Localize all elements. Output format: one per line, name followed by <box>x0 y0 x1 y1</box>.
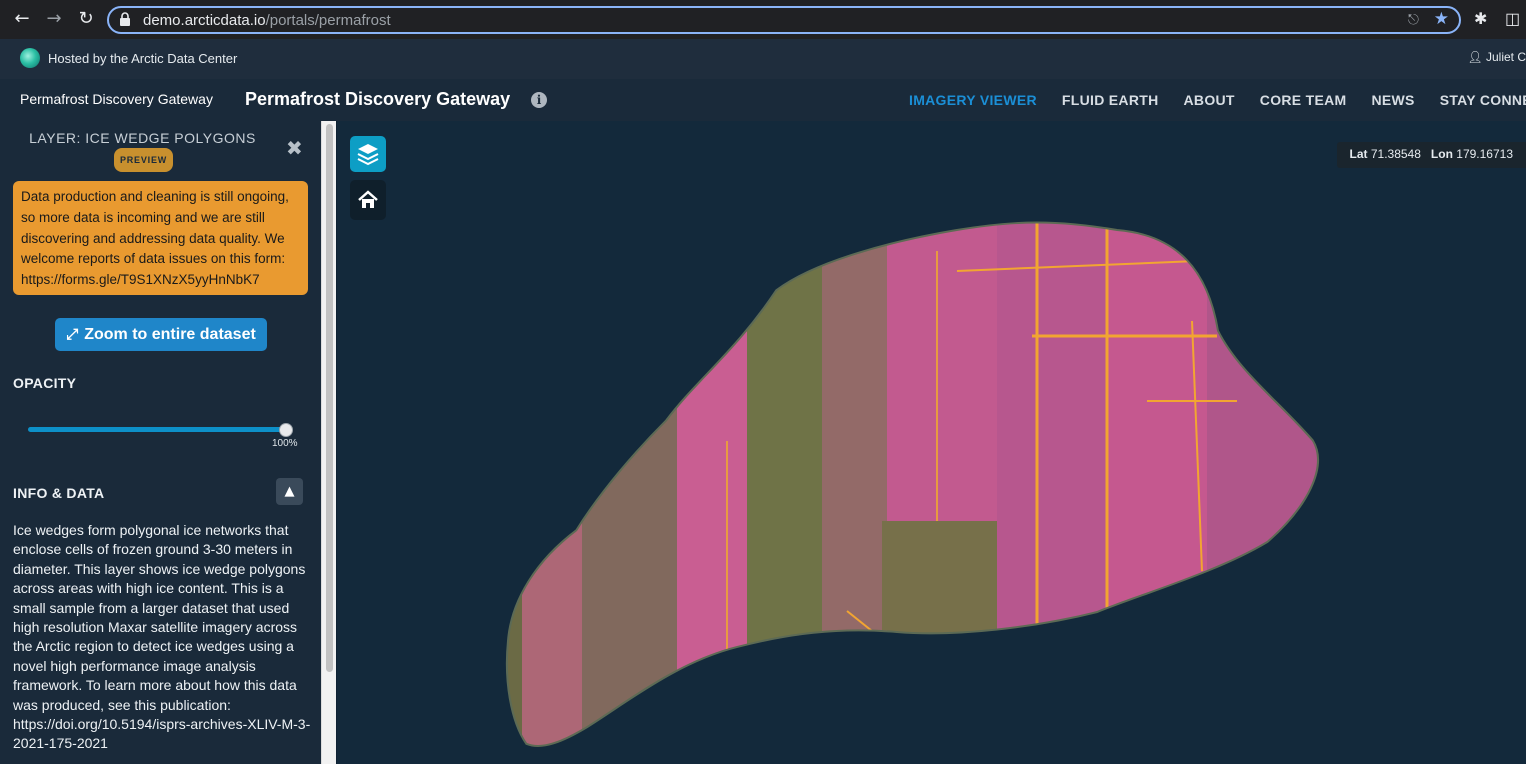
map-viewer[interactable]: Lat 71.38548 Lon 179.16713 <box>337 121 1526 764</box>
opacity-slider-handle[interactable] <box>279 423 293 437</box>
opacity-heading: OPACITY <box>13 375 77 391</box>
bookmark-star-icon[interactable]: ★ <box>1434 9 1449 29</box>
opacity-slider-track[interactable] <box>28 427 286 432</box>
nav-fluid-earth[interactable]: FLUID EARTH <box>1062 92 1159 108</box>
user-icon: 👤︎ <box>1467 50 1483 64</box>
expand-icon: ⤢ <box>66 325 79 343</box>
portal-header: Permafrost Discovery Gateway Permafrost … <box>0 79 1526 121</box>
nav-stay-connected[interactable]: STAY CONNECTED <box>1440 92 1526 108</box>
sidebar-scrollbar[interactable] <box>321 121 336 764</box>
nav-news[interactable]: NEWS <box>1372 92 1415 108</box>
info-data-heading: INFO & DATA <box>13 485 105 501</box>
reload-icon[interactable]: ↻ <box>75 8 97 30</box>
nav-about[interactable]: ABOUT <box>1184 92 1235 108</box>
satellite-map[interactable] <box>337 121 1526 764</box>
lock-icon <box>120 12 130 26</box>
close-icon[interactable]: ✖ <box>286 136 303 160</box>
page-title[interactable]: Permafrost Discovery Gateway <box>245 89 510 110</box>
preview-badge: PREVIEW <box>113 148 174 172</box>
layer-description: Ice wedges form polygonal ice networks t… <box>13 522 311 752</box>
forward-icon[interactable]: → <box>43 8 65 30</box>
side-panel-icon[interactable]: ◫ <box>1505 9 1520 29</box>
browser-toolbar: ← → ↻ demo.arcticdata.io/portals/permafr… <box>0 0 1526 39</box>
cursor-coordinates: Lat 71.38548 Lon 179.16713 <box>1336 142 1526 168</box>
share-icon[interactable]: ⎋ <box>1408 11 1419 28</box>
hosted-text: Hosted by the Arctic Data Center <box>48 51 238 66</box>
data-quality-notice: Data production and cleaning is still on… <box>13 181 308 295</box>
opacity-value: 100% <box>272 438 298 449</box>
url-text: demo.arcticdata.io/portals/permafrost <box>143 12 391 29</box>
user-menu[interactable]: 👤︎ Juliet C <box>1467 50 1526 64</box>
arctic-data-center-logo[interactable] <box>20 48 40 68</box>
home-icon[interactable] <box>350 180 386 220</box>
chevron-up-icon[interactable]: ▲ <box>276 478 303 505</box>
hosted-bar: Hosted by the Arctic Data Center 👤︎ Juli… <box>0 39 1526 79</box>
back-icon[interactable]: ← <box>11 8 33 30</box>
layer-title: LAYER: ICE WEDGE POLYGONS PREVIEW <box>20 128 265 172</box>
address-bar[interactable]: demo.arcticdata.io/portals/permafrost ⎋ … <box>107 6 1461 34</box>
brand-logo[interactable]: Permafrost Discovery Gateway <box>20 91 213 107</box>
layers-icon[interactable] <box>350 136 386 172</box>
nav-imagery-viewer[interactable]: IMAGERY VIEWER <box>909 92 1037 108</box>
zoom-to-dataset-button[interactable]: ⤢ Zoom to entire dataset <box>55 318 267 351</box>
scrollbar-thumb[interactable] <box>326 124 333 672</box>
extensions-icon[interactable]: ✱ <box>1474 9 1487 29</box>
layer-details-panel: LAYER: ICE WEDGE POLYGONS PREVIEW ✖ Data… <box>0 121 321 764</box>
nav-core-team[interactable]: CORE TEAM <box>1260 92 1347 108</box>
info-icon[interactable]: i <box>531 92 547 108</box>
main-nav: IMAGERY VIEWER FLUID EARTH ABOUT CORE TE… <box>909 92 1526 108</box>
